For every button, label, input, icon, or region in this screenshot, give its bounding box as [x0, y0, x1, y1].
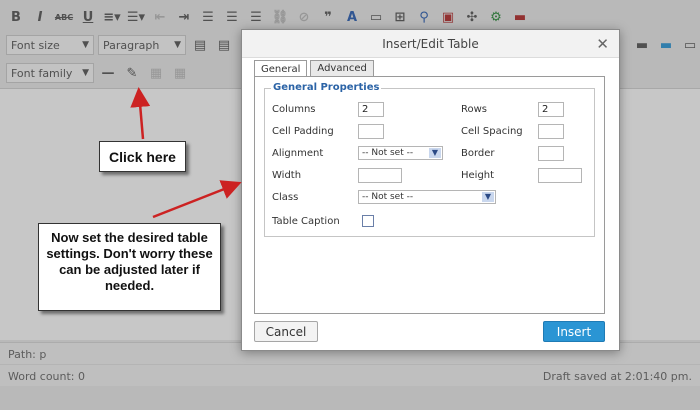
cell-spacing-input[interactable] [538, 124, 564, 139]
border-input[interactable] [538, 146, 564, 161]
alignment-select[interactable]: -- Not set -- ▼ [358, 146, 443, 160]
table-caption-checkbox[interactable] [362, 215, 374, 227]
close-icon[interactable]: ✕ [596, 35, 609, 53]
class-label: Class [272, 192, 299, 203]
tab-general[interactable]: General [254, 60, 308, 77]
tab-advanced[interactable]: Advanced [310, 60, 374, 76]
settings-callout: Now set the desired table settings. Don'… [38, 223, 221, 311]
dialog-title: Insert/Edit Table [382, 36, 479, 51]
chevron-down-icon: ▼ [429, 148, 441, 158]
insert-button[interactable]: Insert [543, 321, 605, 342]
columns-input[interactable]: 2 [358, 102, 384, 117]
general-properties-fieldset: General Properties Columns 2 Rows 2 Cell… [264, 82, 595, 237]
click-here-callout: Click here [99, 141, 186, 172]
rows-input[interactable]: 2 [538, 102, 564, 117]
columns-label: Columns [272, 104, 316, 115]
alignment-value: -- Not set -- [362, 148, 414, 158]
class-select[interactable]: -- Not set -- ▼ [358, 190, 496, 204]
cancel-button[interactable]: Cancel [254, 321, 318, 342]
chevron-down-icon: ▼ [482, 192, 494, 202]
cell-spacing-label: Cell Spacing [461, 126, 523, 137]
cell-padding-input[interactable] [358, 124, 384, 139]
fieldset-legend: General Properties [271, 82, 382, 93]
height-label: Height [461, 170, 495, 181]
dialog-tabs: General Advanced [254, 60, 374, 77]
border-label: Border [461, 148, 495, 159]
rows-label: Rows [461, 104, 488, 115]
width-input[interactable] [358, 168, 402, 183]
class-value: -- Not set -- [362, 192, 414, 202]
alignment-label: Alignment [272, 148, 324, 159]
general-panel: General Properties Columns 2 Rows 2 Cell… [254, 76, 605, 314]
insert-table-dialog: Insert/Edit Table ✕ General Advanced Gen… [241, 29, 620, 351]
dialog-title-bar[interactable]: Insert/Edit Table ✕ [242, 30, 619, 58]
cell-padding-label: Cell Padding [272, 126, 334, 137]
height-input[interactable] [538, 168, 582, 183]
width-label: Width [272, 170, 302, 181]
table-caption-label: Table Caption [272, 216, 340, 227]
